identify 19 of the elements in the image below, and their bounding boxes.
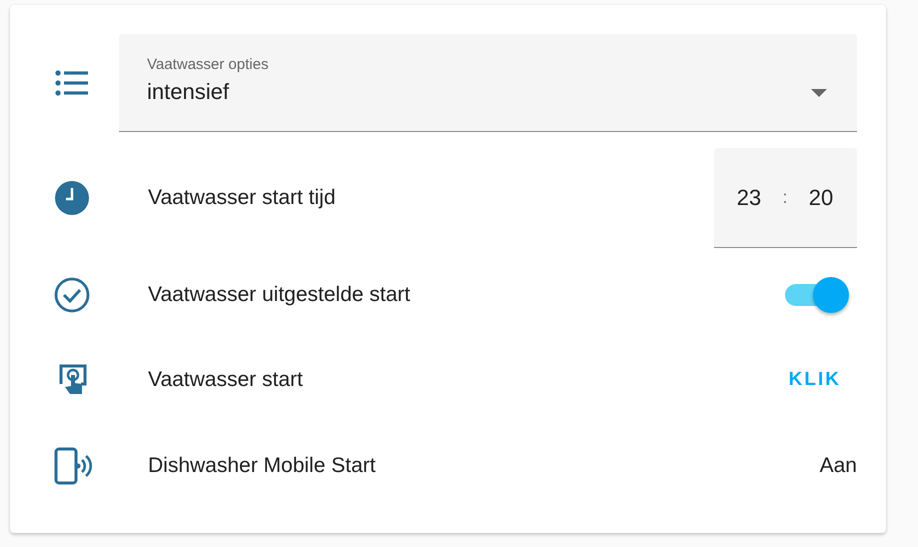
select-field[interactable]: Vaatwasser opties intensief: [119, 34, 857, 132]
phone-signal-icon: [54, 447, 92, 485]
row-label: Dishwasher Mobile Start: [148, 454, 377, 478]
list-icon: [54, 69, 90, 97]
row-label: Vaatwasser start tijd: [148, 185, 337, 211]
toggle-thumb[interactable]: [813, 277, 849, 313]
toggle-switch[interactable]: [783, 277, 849, 313]
field-label: Vaatwasser opties: [147, 56, 270, 73]
dropdown-caret-icon: [811, 88, 827, 96]
minutes-input[interactable]: 20: [804, 184, 837, 210]
time-separator: :: [782, 187, 788, 208]
state-value: Aan: [820, 454, 857, 478]
time-field[interactable]: 23 : 20: [714, 148, 857, 248]
row-label: Vaatwasser uitgestelde start: [148, 283, 412, 307]
row-label: Vaatwasser start: [148, 368, 304, 392]
hours-input[interactable]: 23: [733, 184, 765, 210]
selected-value: intensief: [147, 79, 230, 105]
clock-icon: [54, 180, 90, 216]
check-circle-icon: [54, 277, 90, 313]
